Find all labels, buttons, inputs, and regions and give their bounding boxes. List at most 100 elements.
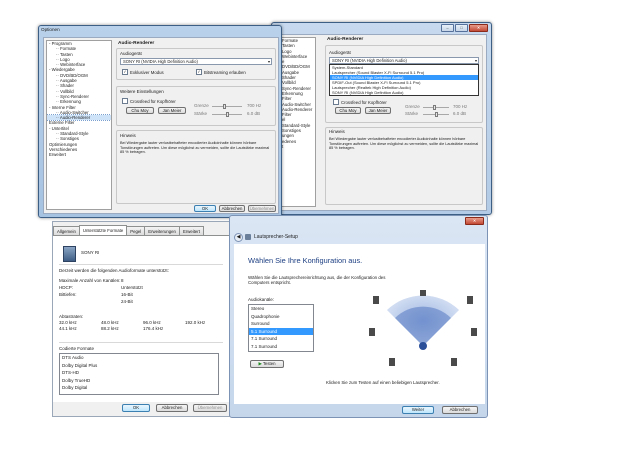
back-button[interactable]: ◀ (234, 233, 243, 242)
channels-list[interactable]: Stereo Quadrophonie Surround 5.1 Surround 7.… (248, 304, 314, 352)
samplerates-label: Abtastraten: (59, 314, 84, 319)
tree-item[interactable]: t (280, 144, 315, 149)
encoded-format-item[interactable]: DTS Audio (60, 354, 218, 362)
bitstream-checkbox[interactable]: ✓ Bitstreaming erlauben (196, 69, 246, 75)
cutoff-slider[interactable] (212, 104, 242, 109)
apply-button[interactable]: Übernehmen (193, 404, 227, 412)
jan-meier-button[interactable]: Jan Meier (158, 107, 186, 114)
channel-option[interactable]: Quadrophonie (249, 313, 313, 321)
encoded-format-item[interactable]: Dolby Digital Plus (60, 362, 218, 370)
encoded-format-item[interactable]: Dolby TrueHD (60, 377, 218, 385)
chu-moy-button[interactable]: Chu Moy (126, 107, 154, 114)
crossfeed-checkbox[interactable]: Crossfeed für Kopfhörer (122, 98, 176, 104)
tree-item-label: Erweitert (49, 152, 66, 158)
samplerates-grid: 32.0 kHz 48.0 kHz 96.0 kHz 192.0 kHz 44.1 kH… (59, 320, 224, 332)
ok-button[interactable]: OK (194, 205, 216, 212)
cutoff-value: 700 Hz (247, 103, 262, 108)
tab-unterst-tzte-formate[interactable]: Unterstützte Formate (78, 225, 128, 235)
tree-item-label: Standard-Style (282, 122, 311, 128)
tree-item-label: DVD/BD/OGM (282, 64, 310, 70)
encoded-format-item[interactable]: Dolby Digital (60, 384, 218, 392)
close-button[interactable]: ✕ (465, 217, 484, 225)
slider-thumb[interactable] (435, 112, 438, 117)
encoded-format-item[interactable]: DTS-HD (60, 369, 218, 377)
maximize-button[interactable]: □ (455, 24, 468, 32)
channel-option[interactable]: 7.1 Surround (249, 335, 313, 343)
channel-option[interactable]: 7.1 Surround (249, 343, 313, 351)
tree-item[interactable]: Erweitert (47, 152, 111, 157)
cutoff-slider-2[interactable] (423, 105, 449, 110)
crossfeed-label-2: Crossfeed für Kopfhörer (341, 99, 387, 105)
channels-label: Audiokanäle: (248, 297, 275, 302)
cancel-button[interactable]: Abbrechen (219, 205, 245, 212)
apply-button[interactable]: Übernehmen (248, 205, 276, 212)
hint-text-2: Bei Wiedergabe lauter verlustbehafteter … (329, 137, 479, 151)
format-row-value: 16-Bit (121, 292, 133, 297)
chevron-down-icon: ▾ (267, 59, 270, 64)
next-button[interactable]: Weiter (402, 406, 434, 414)
level-slider-2[interactable] (423, 112, 449, 117)
channel-option[interactable]: 5.1 Surround (249, 327, 313, 336)
device-combo-value-2: SONY RI (NVIDIA High Definition Audio) (332, 58, 407, 63)
minimize-button[interactable]: – (441, 24, 454, 32)
cancel-button[interactable]: Abbrechen (156, 404, 188, 412)
samplerate-cell: 192.0 kHz (185, 320, 206, 325)
options-tree[interactable]: - Programm ·· Formate ·· Tasten ·· Logo ·· W… (46, 40, 112, 210)
dropdown-option[interactable]: SONY RI (NVIDIA High Definition Audio) (330, 90, 478, 95)
speaker-rear-left (389, 358, 395, 366)
speaker-setup-icon (245, 234, 251, 240)
format-rows: Maximale Anzahl von Kanälen: 8 HDCP: Unters… (59, 278, 219, 306)
properties-tabs: Allgemein Unterstützte Formate Pegel Erweit… (53, 225, 204, 235)
tree-item-label: Webinterface (282, 53, 308, 59)
tree-item-label: t (282, 143, 284, 149)
tree-item-label: Shader (282, 75, 296, 81)
device-dropdown-list[interactable]: System-Standard Lautsprecher (Sound Blast… (329, 64, 479, 96)
ok-button[interactable]: OK (122, 404, 150, 412)
tree-item-label: ungen (282, 133, 294, 139)
encoded-formats-list[interactable]: DTS Audio Dolby Digital Plus DTS-HD Dolby T… (59, 353, 219, 395)
tab-pegel[interactable]: Pegel (126, 226, 146, 235)
test-button[interactable]: ▶ Testen (250, 360, 284, 368)
play-icon: ▶ (258, 361, 262, 366)
tree-item-label: Wiedergabe (51, 67, 75, 73)
tab-erweiterungen[interactable]: Erweiterungen (144, 226, 180, 235)
level-slider[interactable] (212, 112, 242, 117)
options-window-2: – □ ✕ Formate Tasten Logo Webinterface e DVD/… (271, 22, 492, 215)
channel-option[interactable]: Stereo (249, 305, 313, 313)
slider-thumb[interactable] (226, 112, 229, 117)
tree-item-label: Untertitel (51, 125, 69, 131)
intro-text: Derzeit werden die folgenden Audioformat… (59, 268, 169, 273)
tab-allgemein[interactable]: Allgemein (53, 226, 80, 235)
tree-item-label: Logo (282, 48, 292, 54)
window-controls: ✕ (465, 217, 484, 225)
options-window: Optionen - Programm ·· Formate ·· Tasten ··… (38, 25, 282, 218)
format-row-label: Bittiefen: (59, 292, 77, 297)
device-combo-2[interactable]: SONY RI (NVIDIA High Definition Audio) ▾ (329, 57, 479, 64)
exclusive-mode-checkbox[interactable]: ✓ Exklusiver Modus (122, 69, 164, 75)
tree-item-label: Formate (282, 38, 298, 43)
slider-thumb[interactable] (433, 105, 436, 110)
level-label: Stärke (194, 111, 208, 116)
checkbox-box (122, 98, 128, 104)
tree-item-label: Erkennung (282, 90, 303, 96)
crossfeed-checkbox-2[interactable]: Crossfeed für Kopfhörer (333, 99, 387, 105)
tree-item-label: Filter (282, 96, 292, 102)
chu-moy-button-2[interactable]: Chu Moy (335, 107, 361, 114)
samplerate-cell: 32.0 kHz (59, 320, 77, 325)
device-label-2: Audiogerät (329, 50, 351, 55)
jan-meier-button-2[interactable]: Jan Meier (365, 107, 391, 114)
crossfeed-label: Crossfeed für Kopfhörer (130, 98, 176, 104)
tab-erweitert[interactable]: Erweitert (178, 226, 204, 235)
close-button[interactable]: ✕ (469, 24, 488, 32)
tree-item-label: Tasten (282, 43, 295, 49)
speaker-diagram (369, 290, 477, 366)
device-combo[interactable]: SONY RI (NVIDIA High Definition Audio) ▾ (120, 58, 272, 65)
options-tree-2[interactable]: Formate Tasten Logo Webinterface e DVD/BD/OGM… (279, 37, 316, 207)
slider-thumb[interactable] (223, 104, 226, 109)
checkbox-box: ✓ (196, 69, 202, 75)
hint-text: Bei Wiedergabe lauter verlustbehafteter … (120, 141, 270, 155)
samplerate-cell: 96.0 kHz (143, 320, 161, 325)
channel-option[interactable]: Surround (249, 320, 313, 328)
tree-item-label: Externe Filter (49, 120, 75, 126)
cancel-button[interactable]: Abbrechen (442, 406, 478, 414)
